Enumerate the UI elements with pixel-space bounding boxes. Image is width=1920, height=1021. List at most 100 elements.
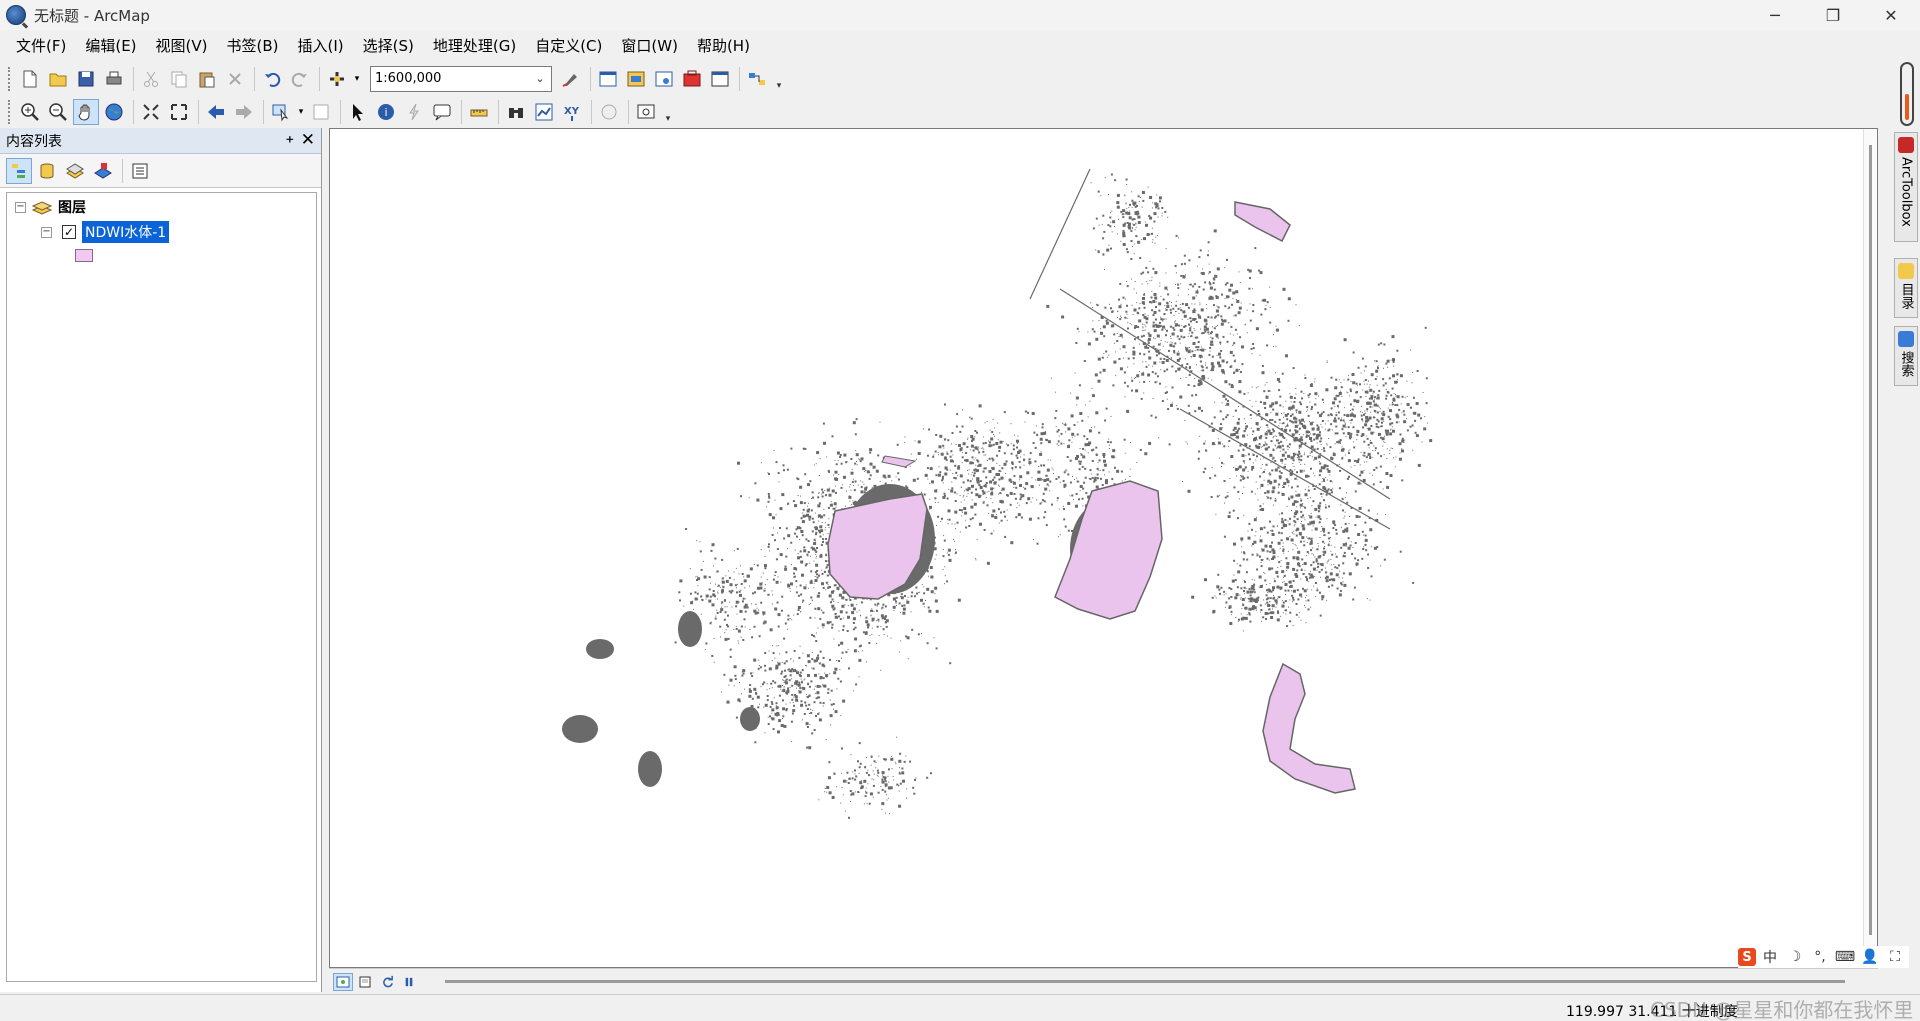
find-binoculars-icon[interactable] — [503, 99, 529, 125]
find-route-icon[interactable] — [531, 99, 557, 125]
water-feature-dot — [928, 428, 931, 431]
water-feature-dot — [814, 547, 816, 549]
map-canvas[interactable] — [330, 129, 1864, 967]
list-by-selection-icon[interactable] — [90, 158, 116, 184]
menu-file[interactable]: 文件(F) — [8, 32, 74, 60]
select-elements-arrow-icon[interactable] — [345, 99, 371, 125]
model-builder-icon[interactable] — [744, 66, 770, 92]
chevron-down-icon[interactable]: ⌄ — [529, 72, 551, 85]
map-display[interactable] — [329, 128, 1878, 969]
zoom-out-icon[interactable] — [45, 99, 71, 125]
full-extent-globe-icon[interactable] — [101, 99, 127, 125]
water-feature-dot — [1236, 563, 1238, 565]
pan-hand-icon[interactable] — [73, 98, 99, 125]
close-button[interactable]: ✕ — [1862, 0, 1920, 30]
table-of-contents-window-icon[interactable] — [595, 66, 621, 92]
water-feature-dot — [812, 496, 815, 499]
undo-icon[interactable] — [259, 66, 285, 92]
water-feature-dot — [1145, 365, 1148, 368]
arctoolbox-window-icon[interactable] — [679, 66, 705, 92]
map-scale-input[interactable] — [371, 71, 529, 86]
layers-group-row[interactable]: − 图层 — [15, 197, 86, 217]
catalog-window-icon[interactable] — [623, 66, 649, 92]
water-feature-dot — [810, 596, 813, 599]
water-feature-dot — [1334, 417, 1337, 420]
water-feature-dot — [1274, 444, 1276, 446]
open-folder-icon[interactable] — [45, 66, 71, 92]
add-data-dropdown-icon[interactable]: ▾ — [352, 66, 362, 92]
list-by-visibility-icon[interactable] — [62, 158, 88, 184]
cut-icon[interactable] — [138, 66, 164, 92]
minimize-button[interactable]: ─ — [1746, 0, 1804, 30]
new-document-icon[interactable] — [17, 66, 43, 92]
delete-icon[interactable] — [222, 66, 248, 92]
measure-icon[interactable] — [466, 99, 492, 125]
collapse-icon[interactable]: − — [15, 201, 26, 213]
water-feature-dot — [1158, 302, 1162, 306]
menu-customize[interactable]: 自定义(C) — [527, 32, 610, 60]
create-viewer-window-icon[interactable] — [633, 99, 659, 125]
fixed-zoom-out-icon[interactable] — [166, 99, 192, 125]
paste-icon[interactable] — [194, 66, 220, 92]
water-feature-dot — [1416, 370, 1419, 372]
water-feature-dot — [844, 505, 846, 507]
water-feature-dot — [1258, 575, 1262, 579]
water-feature-dot — [1076, 404, 1078, 406]
pin-icon[interactable]: ᚐ — [287, 132, 293, 147]
water-feature-dot — [1383, 420, 1385, 422]
restore-button[interactable]: ❐ — [1804, 0, 1862, 30]
map-scale-combo[interactable]: ⌄ — [370, 65, 552, 92]
collapse-icon[interactable]: − — [41, 226, 52, 238]
water-feature-dot — [884, 780, 887, 783]
water-feature-dot — [1239, 369, 1240, 370]
menu-bookmarks[interactable]: 书签(B) — [219, 32, 287, 60]
menu-edit[interactable]: 编辑(E) — [77, 32, 144, 60]
go-to-xy-icon[interactable]: XY — [559, 99, 585, 125]
fixed-zoom-in-icon[interactable] — [138, 99, 164, 125]
menu-geoprocessing[interactable]: 地理处理(G) — [425, 32, 524, 60]
toolbar-grip[interactable] — [8, 66, 11, 91]
editor-toolbar-icon[interactable] — [558, 66, 584, 92]
water-feature-dot — [1210, 368, 1214, 372]
menu-view[interactable]: 视图(V) — [148, 32, 216, 60]
add-data-icon[interactable] — [324, 66, 350, 92]
redo-icon[interactable] — [287, 66, 313, 92]
save-icon[interactable] — [73, 66, 99, 92]
water-feature-dot — [1374, 447, 1377, 450]
toolbar-overflow-icon[interactable]: ▾ — [774, 67, 784, 91]
menu-selection[interactable]: 选择(S) — [355, 32, 422, 60]
water-feature-dot — [1186, 363, 1189, 365]
layer-symbol-swatch[interactable] — [75, 249, 93, 262]
identify-icon[interactable]: i — [373, 99, 399, 125]
water-feature-dot — [816, 576, 819, 579]
layer-visibility-checkbox[interactable]: ✓ — [62, 225, 76, 239]
layer-name-label[interactable]: NDWI水体-1 — [82, 221, 170, 243]
water-feature-dot — [1249, 277, 1251, 279]
print-icon[interactable] — [101, 66, 127, 92]
list-by-drawing-order-icon[interactable] — [6, 157, 32, 184]
toc-options-icon[interactable] — [127, 158, 153, 184]
html-popup-icon[interactable] — [429, 99, 455, 125]
water-feature-dot — [1012, 448, 1015, 451]
list-by-source-icon[interactable] — [34, 158, 60, 184]
toc-close-button[interactable]: ✕ — [301, 130, 315, 150]
search-window-icon[interactable] — [651, 66, 677, 92]
select-dropdown-icon[interactable]: ▾ — [296, 99, 306, 125]
clear-selection-icon[interactable] — [308, 99, 334, 125]
menu-insert[interactable]: 插入(I) — [290, 32, 352, 60]
python-window-icon[interactable] — [707, 66, 733, 92]
toolbar-grip[interactable] — [8, 99, 11, 124]
select-features-icon[interactable] — [268, 99, 294, 125]
water-feature-dot — [1398, 442, 1402, 446]
copy-icon[interactable] — [166, 66, 192, 92]
time-slider-icon[interactable] — [596, 99, 622, 125]
go-back-icon[interactable] — [203, 99, 229, 125]
hyperlink-icon[interactable] — [401, 99, 427, 125]
go-forward-icon[interactable] — [231, 99, 257, 125]
water-feature-dot — [791, 678, 793, 680]
layer-row-ndwi[interactable]: − ✓ NDWI水体-1 — [41, 221, 170, 243]
menu-help[interactable]: 帮助(H) — [689, 32, 758, 60]
zoom-in-icon[interactable] — [17, 99, 43, 125]
menu-windows[interactable]: 窗口(W) — [613, 32, 686, 60]
toolbar-overflow-icon[interactable]: ▾ — [663, 100, 673, 124]
